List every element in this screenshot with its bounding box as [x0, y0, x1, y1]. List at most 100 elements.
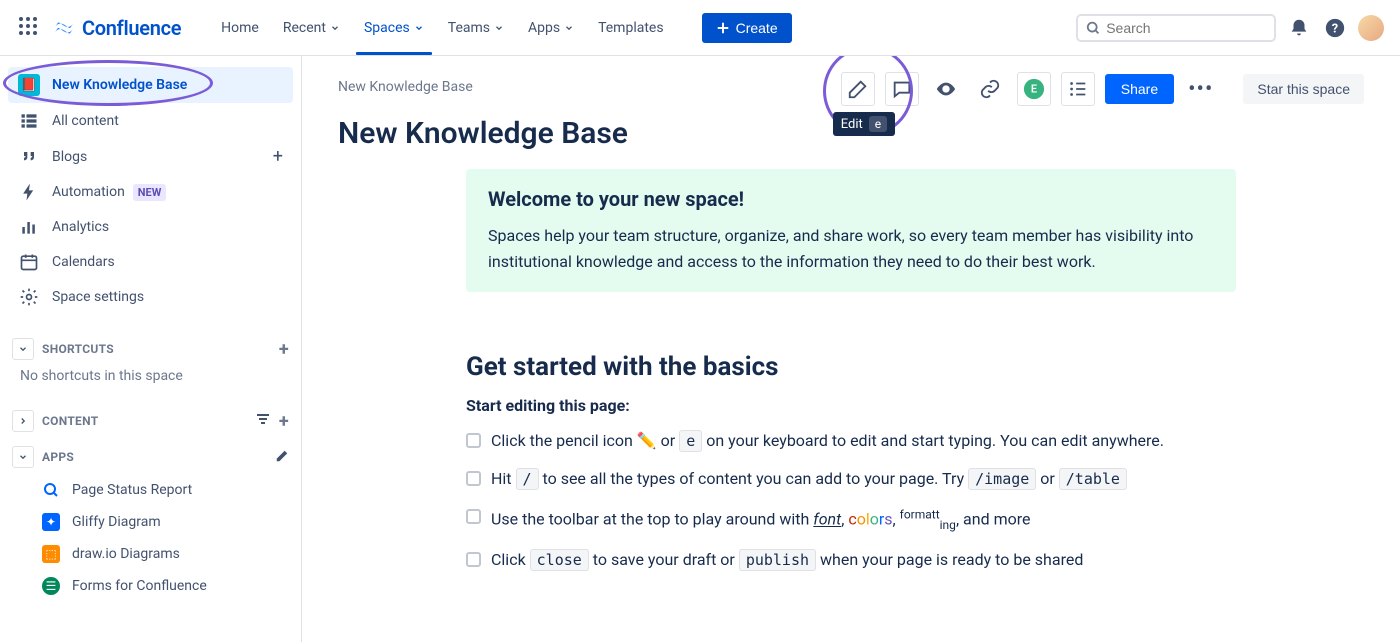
edit-apps-icon[interactable] [275, 449, 289, 466]
add-blog-icon[interactable]: + [273, 146, 283, 167]
plus-icon [716, 21, 730, 35]
create-button[interactable]: Create [702, 13, 792, 43]
outline-button[interactable] [1061, 72, 1095, 106]
more-actions-button[interactable]: ••• [1184, 77, 1217, 102]
app-switcher-icon[interactable] [16, 14, 40, 42]
chevron-down-icon [330, 23, 340, 33]
sidebar-analytics[interactable]: Analytics [8, 210, 293, 244]
colors-sample: colors [848, 510, 892, 529]
space-icon: 📕 [18, 74, 40, 96]
sidebar-space-settings[interactable]: Space settings [8, 280, 293, 314]
welcome-panel: Welcome to your new space! Spaces help y… [466, 169, 1236, 292]
drawio-icon: ⬚ [42, 545, 60, 563]
basics-heading: Get started with the basics [466, 352, 1236, 382]
comment-button[interactable] [885, 72, 919, 106]
pencil-icon: ✏️ [637, 431, 657, 450]
pencil-icon [847, 78, 869, 100]
chevron-down-icon [564, 23, 574, 33]
chevron-down-icon[interactable] [12, 338, 34, 360]
link-button[interactable] [973, 72, 1007, 106]
code-table: /table [1059, 468, 1127, 490]
sidebar-automation[interactable]: Automation NEW [8, 175, 293, 209]
formatting-sample: formatting [900, 510, 956, 529]
help-icon[interactable]: ? [1322, 15, 1348, 41]
search-box[interactable] [1076, 14, 1276, 42]
topnav-right: ? [1076, 14, 1384, 42]
sidebar-app-drawio[interactable]: ⬚ draw.io Diagrams [8, 538, 293, 570]
sidebar-apps-header[interactable]: APPS [8, 438, 293, 474]
sidebar-blogs[interactable]: Blogs + [8, 139, 293, 174]
confluence-logo[interactable]: Confluence [52, 16, 181, 40]
sidebar-space-title[interactable]: 📕 New Knowledge Base [8, 67, 293, 103]
nav-teams[interactable]: Teams [438, 14, 514, 42]
gear-icon [18, 287, 40, 307]
nav-apps[interactable]: Apps [518, 14, 584, 42]
nav-home[interactable]: Home [211, 14, 269, 42]
gliffy-icon: ✦ [42, 513, 60, 531]
task-row: Click close to save your draft or publis… [466, 548, 1236, 572]
code-publish: publish [739, 549, 816, 571]
link-icon [979, 78, 1001, 100]
share-button[interactable]: Share [1105, 74, 1174, 104]
sidebar-content-header[interactable]: CONTENT + [8, 402, 293, 438]
sidebar-app-gliffy[interactable]: ✦ Gliffy Diagram [8, 506, 293, 538]
list-icon [18, 111, 40, 131]
presence-icon: E [1023, 78, 1045, 100]
product-name: Confluence [82, 16, 181, 40]
breadcrumb[interactable]: New Knowledge Base [338, 79, 473, 95]
star-space-button[interactable]: Star this space [1243, 74, 1364, 104]
sidebar: 📕 New Knowledge Base All content Blogs +… [0, 56, 302, 642]
code-close: close [530, 549, 589, 571]
sidebar-calendars[interactable]: Calendars [8, 245, 293, 279]
nav-templates[interactable]: Templates [588, 14, 674, 42]
user-avatar[interactable] [1358, 15, 1384, 41]
nav-items: Home Recent Spaces Teams Apps Templates [211, 14, 673, 42]
task-row: Hit / to see all the types of content yo… [466, 467, 1236, 491]
basics-subheading: Start editing this page: [466, 396, 1236, 415]
welcome-heading: Welcome to your new space! [488, 187, 1214, 211]
edit-button[interactable] [841, 72, 875, 106]
basics-section: Get started with the basics Start editin… [466, 352, 1236, 572]
add-shortcut-icon[interactable]: + [279, 339, 289, 360]
comment-icon [891, 78, 913, 100]
shortcuts-empty: No shortcuts in this space [8, 366, 293, 394]
presence-indicator[interactable]: E [1017, 72, 1051, 106]
task-row: Use the toolbar at the top to play aroun… [466, 505, 1236, 534]
svg-text:E: E [1031, 83, 1037, 96]
font-sample: font [813, 510, 841, 529]
chevron-right-icon[interactable] [12, 410, 34, 432]
filter-icon[interactable] [255, 411, 271, 432]
edit-tooltip: Edit e [833, 112, 895, 136]
sidebar-space-label: New Knowledge Base [52, 77, 187, 93]
lightning-icon [18, 182, 40, 202]
welcome-body: Spaces help your team structure, organiz… [488, 223, 1214, 274]
analytics-icon [18, 217, 40, 237]
top-nav: Confluence Home Recent Spaces Teams Apps… [0, 0, 1400, 56]
task-row: Click the pencil icon ✏️ or e on your ke… [466, 429, 1236, 453]
notifications-icon[interactable] [1286, 15, 1312, 41]
page-body: Welcome to your new space! Spaces help y… [466, 169, 1236, 572]
sidebar-shortcuts-header[interactable]: SHORTCUTS + [8, 330, 293, 366]
nav-spaces[interactable]: Spaces [354, 14, 434, 42]
main-content: New Knowledge Base Edit e E Sha [302, 56, 1400, 642]
checkbox[interactable] [466, 552, 481, 567]
checkbox[interactable] [466, 433, 481, 448]
nav-recent[interactable]: Recent [273, 14, 350, 42]
search-input[interactable] [1106, 20, 1266, 36]
page-actions: Edit e E Share ••• Star this space [841, 72, 1364, 106]
sidebar-app-page-status[interactable]: Page Status Report [8, 474, 293, 506]
new-badge: NEW [133, 184, 167, 201]
add-content-icon[interactable]: + [279, 411, 289, 432]
calendar-icon [18, 252, 40, 272]
checkbox[interactable] [466, 509, 481, 524]
sidebar-app-forms[interactable]: ☰ Forms for Confluence [8, 570, 293, 602]
watch-button[interactable] [929, 72, 963, 106]
topnav-left: Confluence Home Recent Spaces Teams Apps… [16, 13, 792, 43]
list-icon [1067, 78, 1089, 100]
search-icon [1086, 20, 1100, 36]
chevron-down-icon[interactable] [12, 446, 34, 468]
sidebar-all-content[interactable]: All content [8, 104, 293, 138]
checkbox[interactable] [466, 471, 481, 486]
svg-text:?: ? [1332, 21, 1338, 36]
quote-icon [18, 147, 40, 167]
